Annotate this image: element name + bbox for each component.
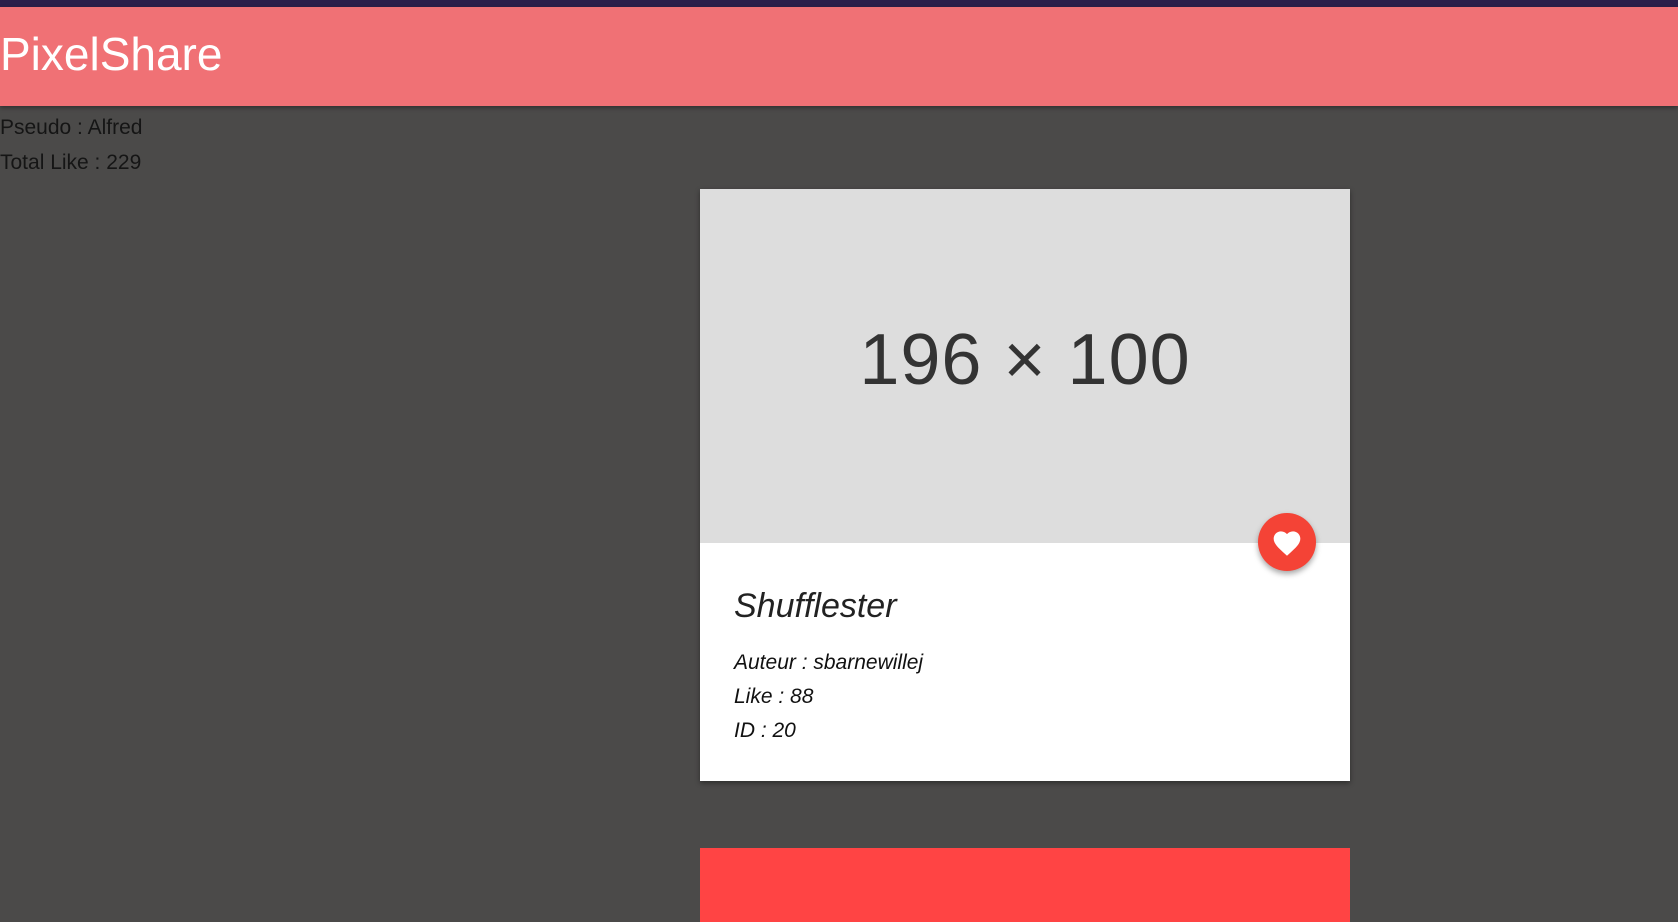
user-info: Pseudo : Alfred Total Like : 229: [0, 110, 142, 180]
card-likes: Like : 88: [734, 685, 814, 708]
user-pseudo: Pseudo : Alfred: [0, 116, 143, 139]
card-title: Shufflester: [734, 587, 897, 625]
app-header: PixelShare: [0, 7, 1678, 106]
card-id: ID : 20: [734, 719, 796, 742]
placeholder-size-text: 196 × 100: [859, 320, 1191, 400]
card-image-placeholder: 196 × 100: [700, 189, 1350, 543]
image-card: 196 × 100 Shufflester Auteur : sbarnewil…: [700, 189, 1350, 781]
heart-icon: [1273, 531, 1301, 556]
user-total-like: Total Like : 229: [0, 151, 142, 174]
window-top-bar: [0, 0, 1678, 7]
next-card: [700, 848, 1350, 922]
like-button[interactable]: [1258, 513, 1316, 571]
app-title: PixelShare: [0, 28, 223, 80]
card-meta: Auteur : sbarnewillej Like : 88 ID : 20: [734, 646, 923, 748]
card-author: Auteur : sbarnewillej: [734, 651, 924, 674]
